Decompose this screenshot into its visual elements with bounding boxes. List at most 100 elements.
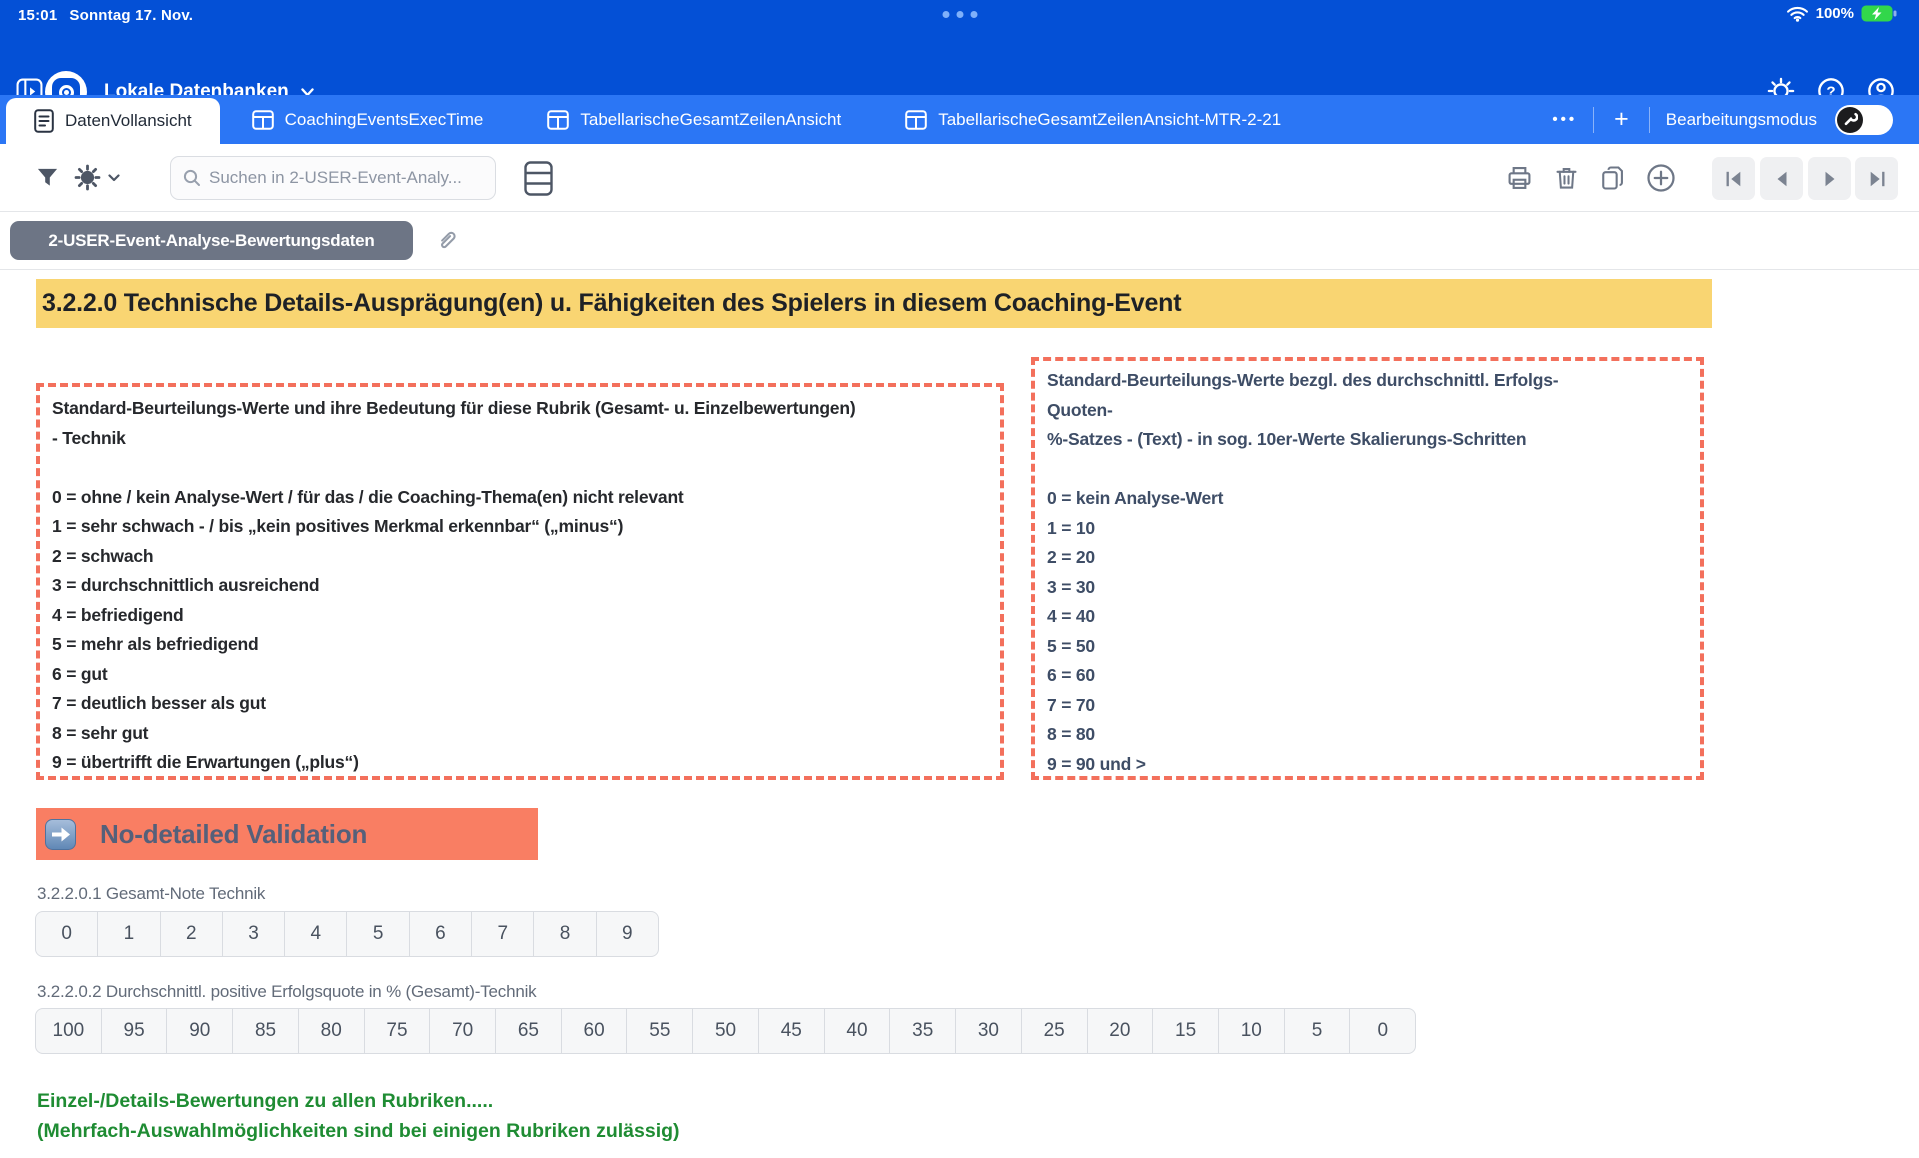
percentage-option[interactable]: 70 — [429, 1009, 495, 1053]
paperclip-attachment-icon[interactable] — [434, 227, 460, 253]
legend-line: 8 = 80 — [1047, 724, 1095, 744]
percentage-option[interactable]: 100 — [36, 1009, 101, 1053]
edit-mode-toggle[interactable] — [1835, 104, 1893, 135]
add-record-icon[interactable] — [1646, 163, 1676, 193]
rating-option[interactable]: 7 — [471, 912, 533, 956]
previous-record-button[interactable] — [1760, 157, 1803, 200]
add-tab-button[interactable]: + — [1594, 107, 1649, 132]
multitask-dots-icon — [942, 11, 977, 18]
section-header: 3.2.2.0 Technische Details-Ausprägung(en… — [36, 279, 1712, 328]
divider — [1648, 106, 1650, 133]
field-label-gesamt-note: 3.2.2.0.1 Gesamt-Note Technik — [37, 884, 266, 903]
tab-label: DatenVollansicht — [65, 111, 192, 130]
tab-tabellarischegesamtzeilenansicht-mtr-2-21[interactable]: TabellarischeGesamtZeilenAnsicht-MTR-2-2… — [873, 95, 1313, 144]
status-time: 15:01 — [18, 7, 58, 24]
legend-line: 7 = deutlich besser als gut — [52, 693, 266, 713]
tab-tabellarischegesamtzeilenansicht[interactable]: TabellarischeGesamtZeilenAnsicht — [515, 95, 873, 144]
rating-option[interactable]: 8 — [533, 912, 595, 956]
percentage-option[interactable]: 0 — [1349, 1009, 1415, 1053]
first-record-button[interactable] — [1712, 157, 1755, 200]
percentage-option[interactable]: 60 — [560, 1009, 627, 1053]
legend-line: 3 = durchschnittlich ausreichend — [52, 575, 320, 595]
record-toolbar — [0, 144, 1919, 212]
percentage-option[interactable]: 10 — [1217, 1009, 1284, 1053]
view-layout-icon[interactable] — [524, 161, 553, 196]
percentage-option[interactable]: 5 — [1283, 1009, 1350, 1053]
legend-line: 1 = 10 — [1047, 517, 1095, 538]
tab-datenvollansicht[interactable]: DatenVollansicht — [6, 98, 220, 144]
battery-icon — [1861, 5, 1897, 22]
percentage-option[interactable]: 30 — [955, 1009, 1021, 1053]
legend-line: 9 = übertrifft die Erwartungen („plus“) — [52, 752, 359, 772]
rating-option[interactable]: 6 — [408, 912, 471, 956]
wifi-icon — [1786, 5, 1809, 22]
legend-line: 6 = gut — [52, 663, 108, 684]
legend-line: 0 = kein Analyse-Wert — [1047, 488, 1224, 508]
table-view-icon — [251, 109, 274, 130]
record-settings-gear-icon[interactable] — [74, 164, 101, 191]
percentage-option[interactable]: 85 — [232, 1009, 298, 1053]
rating-option[interactable]: 2 — [159, 912, 222, 956]
duplicate-record-icon[interactable] — [1598, 164, 1626, 192]
legend-line: 2 = 20 — [1047, 547, 1095, 567]
rating-option[interactable]: 4 — [284, 912, 346, 956]
footer-line: (Mehrfach-Auswahlmöglichkeiten sind bei … — [37, 1120, 680, 1142]
percentage-option[interactable]: 55 — [626, 1009, 692, 1053]
percentage-option[interactable]: 80 — [297, 1009, 364, 1053]
right-arrow-icon — [45, 818, 76, 850]
chevron-down-icon[interactable] — [108, 174, 120, 182]
search-field[interactable] — [170, 156, 496, 200]
legend-line: 7 = 70 — [1047, 694, 1095, 715]
next-record-button[interactable] — [1808, 157, 1851, 200]
percentage-option[interactable]: 90 — [166, 1009, 232, 1053]
percentage-option[interactable]: 45 — [757, 1009, 824, 1053]
status-time-date: 15:01 Sonntag 17. Nov. — [18, 7, 193, 24]
tab-label: CoachingEventsExecTime — [284, 109, 484, 129]
footer-note: Einzel-/Details-Bewertungen zu allen Rub… — [37, 1086, 680, 1146]
percentage-option[interactable]: 25 — [1020, 1009, 1087, 1053]
legend-line: 5 = mehr als befriedigend — [52, 634, 259, 654]
validation-button-label: No-detailed Validation — [100, 818, 368, 849]
legend-line: 9 = 90 und > — [1047, 753, 1146, 774]
percentage-option[interactable]: 65 — [495, 1009, 561, 1053]
legend-line: 2 = schwach — [52, 545, 154, 566]
tab-overflow-button[interactable]: ••• — [1536, 111, 1593, 128]
form-content: 3.2.2.0 Technische Details-Ausprägung(en… — [0, 270, 1919, 1158]
tab-coachingeventsexectime[interactable]: CoachingEventsExecTime — [220, 95, 516, 144]
percentage-option[interactable]: 40 — [823, 1009, 890, 1053]
rating-option[interactable]: 3 — [221, 912, 284, 956]
erfolgsquote-choice-group: 100 95 90 85 80 75 70 65 60 55 50 45 40 35 30 25 20 15 10 5… — [35, 1008, 1416, 1054]
status-date: Sonntag 17. Nov. — [69, 7, 194, 24]
legend-line: 8 = sehr gut — [52, 722, 149, 743]
print-icon[interactable] — [1505, 164, 1534, 192]
search-input[interactable] — [209, 168, 483, 188]
percentage-option[interactable]: 15 — [1152, 1009, 1218, 1053]
filter-icon[interactable] — [36, 167, 59, 189]
rating-option[interactable]: 5 — [346, 912, 408, 956]
rating-option[interactable]: 1 — [97, 912, 159, 956]
tab-label: TabellarischeGesamtZeilenAnsicht-MTR-2-2… — [938, 109, 1282, 129]
app-bar: Lokale Datenbanken ? — [0, 30, 1919, 113]
percentage-option[interactable]: 20 — [1086, 1009, 1153, 1053]
wrench-icon — [1837, 106, 1863, 133]
gesamt-note-choice-group: 0123456789 — [35, 911, 659, 957]
legend-line: %-Satzes - (Text) - in sog. 10er-Werte S… — [1047, 429, 1527, 449]
percentage-option[interactable]: 95 — [100, 1009, 167, 1053]
percentage-option[interactable]: 75 — [363, 1009, 430, 1053]
no-detailed-validation-button[interactable]: No-detailed Validation — [36, 808, 538, 860]
legend-line: 4 = befriedigend — [52, 604, 184, 625]
legend-line: 6 = 60 — [1047, 665, 1095, 685]
legend-line: Standard-Beurteilungs-Werte bezgl. des d… — [1047, 370, 1559, 390]
table-name-button[interactable]: 2-USER-Event-Analyse-Bewertungsdaten — [10, 221, 413, 260]
search-icon — [183, 169, 201, 187]
delete-record-icon[interactable] — [1553, 164, 1580, 192]
tab-bar: DatenVollansicht CoachingEventsExecTime … — [0, 95, 1919, 144]
rating-option[interactable]: 0 — [36, 912, 97, 956]
legend-line: 1 = sehr schwach - / bis „kein positives… — [52, 516, 624, 536]
rating-option[interactable]: 9 — [595, 912, 658, 956]
last-record-button[interactable] — [1855, 157, 1898, 200]
percentage-legend-box: Standard-Beurteilungs-Werte bezgl. des d… — [1031, 357, 1704, 780]
percentage-option[interactable]: 50 — [692, 1009, 758, 1053]
legend-line: 0 = ohne / kein Analyse-Wert / für das /… — [52, 486, 684, 507]
percentage-option[interactable]: 35 — [889, 1009, 955, 1053]
